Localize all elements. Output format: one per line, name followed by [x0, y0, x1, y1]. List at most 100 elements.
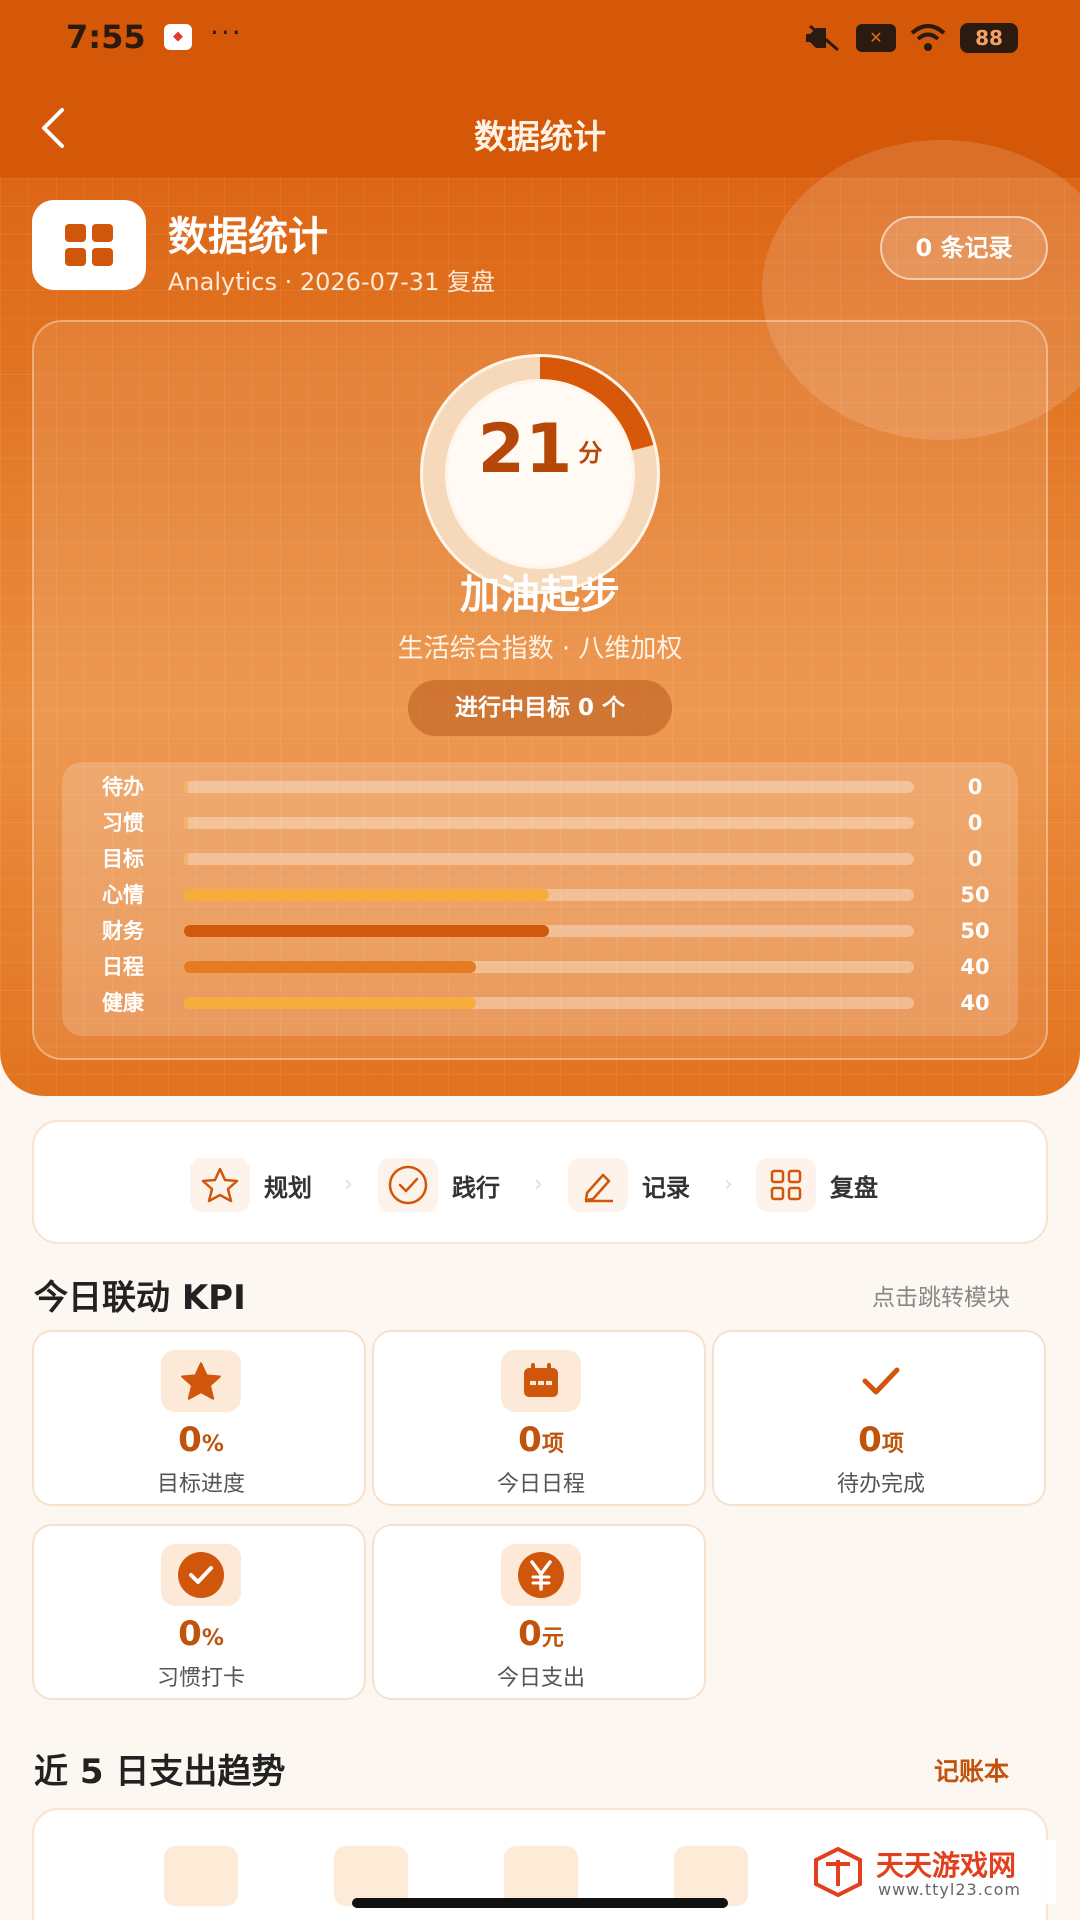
step-record[interactable]: 记录 — [568, 1158, 690, 1212]
dimension-label: 目标 — [102, 847, 144, 871]
workflow-steps: 规划 › 践行 › 记录 › 复盘 — [32, 1120, 1048, 1244]
kpi-label: 今日日程 — [496, 1472, 585, 1497]
kpi-section-title: 今日联动 KPI — [34, 1278, 246, 1318]
watermark-url: www.ttyl23.com — [878, 1880, 1021, 1899]
dimension-row: 心情 50 — [62, 880, 1018, 910]
records-count-badge[interactable]: 0 条记录 — [880, 216, 1048, 280]
mute-icon — [806, 24, 839, 52]
trend-bar — [504, 1846, 578, 1906]
step-plan[interactable]: 规划 — [190, 1158, 312, 1212]
dimension-label: 习惯 — [102, 811, 144, 835]
trend-bar — [674, 1846, 748, 1906]
dimension-track — [184, 889, 914, 901]
dimension-fill — [184, 781, 189, 793]
x-app-icon: ✕ — [856, 24, 896, 52]
kpi-unit: % — [201, 1626, 224, 1651]
dimension-fill — [184, 961, 476, 973]
step-review[interactable]: 复盘 — [756, 1158, 878, 1212]
dimension-row: 日程 40 — [62, 952, 1018, 982]
dimension-value: 0 — [967, 847, 983, 871]
dimension-track — [184, 997, 914, 1009]
kpi-label: 目标进度 — [156, 1472, 245, 1497]
dimension-value: 40 — [960, 991, 990, 1015]
score-value: 21 分 — [420, 410, 660, 493]
kpi-value: 0 — [518, 1420, 542, 1460]
step-label: 复盘 — [830, 1173, 878, 1202]
calendar-icon — [524, 1363, 558, 1397]
score-level: 加油起步 — [460, 572, 620, 618]
battery-icon: 88 — [960, 23, 1018, 53]
kpi-unit: 项 — [881, 1432, 904, 1457]
star-outline-icon — [201, 1167, 239, 1203]
kpi-unit: 项 — [541, 1432, 564, 1457]
dimension-row: 健康 40 — [62, 988, 1018, 1018]
module-title: 数据统计 — [168, 214, 328, 260]
dimension-value: 40 — [960, 955, 990, 979]
grid-icon — [65, 224, 113, 266]
kpi-todo-done[interactable]: 0项 待办完成 — [712, 1330, 1046, 1506]
kpi-label: 待办完成 — [836, 1472, 925, 1497]
dimension-fill — [184, 817, 189, 829]
kpi-unit: % — [201, 1432, 224, 1457]
kpi-goal-progress[interactable]: 0% 目标进度 — [32, 1330, 366, 1506]
step-practice[interactable]: 践行 — [378, 1158, 500, 1212]
dimension-bars: 待办 0 习惯 0 目标 0 心情 50 财务 50 日程 40 健康 40 — [62, 762, 1018, 1036]
dimension-row: 习惯 0 — [62, 808, 1018, 838]
step-label: 规划 — [264, 1173, 312, 1202]
dimension-value: 50 — [960, 919, 990, 943]
notification-app-icon: ◆ — [164, 24, 192, 50]
pencil-icon — [584, 1173, 613, 1203]
kpi-today-schedule[interactable]: 0项 今日日程 — [372, 1330, 706, 1506]
dimension-fill — [184, 925, 549, 937]
check-circle-icon — [178, 1552, 224, 1598]
dimension-row: 目标 0 — [62, 844, 1018, 874]
kpi-label: 习惯打卡 — [156, 1666, 245, 1691]
wifi-icon — [910, 24, 946, 51]
dimension-label: 心情 — [102, 883, 144, 907]
status-time: 7:55 — [66, 18, 146, 56]
dimension-row: 财务 50 — [62, 916, 1018, 946]
dimension-label: 财务 — [102, 919, 144, 943]
watermark-text: 天天游戏网 — [876, 1849, 1017, 1882]
trend-section-title: 近 5 日支出趋势 — [34, 1752, 286, 1792]
trend-bar — [164, 1846, 238, 1906]
kpi-label: 今日支出 — [496, 1666, 585, 1691]
chevron-right-icon: › — [724, 1172, 733, 1197]
page-title: 数据统计 — [474, 117, 606, 156]
more-notifications-icon: ··· — [210, 16, 243, 49]
dimension-track — [184, 817, 914, 829]
status-bar: 7:55 ◆ ··· ✕ 88 — [0, 0, 1080, 80]
trend-bar — [334, 1846, 408, 1906]
dimension-value: 0 — [967, 775, 983, 799]
dimension-row: 待办 0 — [62, 772, 1018, 802]
dimension-fill — [184, 853, 189, 865]
score-description: 生活综合指数 · 八维加权 — [397, 634, 683, 664]
kpi-value: 0 — [518, 1614, 542, 1654]
kpi-unit: 元 — [541, 1626, 564, 1651]
kpi-today-expense[interactable]: 0元 今日支出 — [372, 1524, 706, 1700]
dimension-value: 50 — [960, 883, 990, 907]
dimension-value: 0 — [967, 811, 983, 835]
dimension-fill — [184, 889, 549, 901]
dimension-track — [184, 925, 914, 937]
ledger-link[interactable]: 记账本 — [934, 1752, 1009, 1788]
dimension-track — [184, 853, 914, 865]
dimension-fill — [184, 997, 476, 1009]
watermark-logo-icon — [814, 1846, 862, 1898]
kpi-value: 0 — [178, 1420, 202, 1460]
kpi-jump-link[interactable]: 点击跳转模块 — [872, 1278, 1010, 1312]
yen-icon — [518, 1552, 564, 1598]
step-label: 践行 — [452, 1173, 500, 1202]
step-label: 记录 — [642, 1173, 690, 1202]
grid-icon — [770, 1169, 802, 1201]
dimension-label: 日程 — [102, 955, 144, 979]
active-goals-pill[interactable]: 进行中目标 0 个 — [408, 680, 672, 736]
check-icon — [862, 1367, 900, 1395]
star-icon — [181, 1362, 221, 1400]
chevron-right-icon: › — [344, 1172, 353, 1197]
score-unit: 分 — [578, 439, 603, 468]
score-number: 21 — [477, 410, 573, 489]
home-indicator[interactable] — [352, 1898, 728, 1908]
kpi-value: 0 — [178, 1614, 202, 1654]
kpi-habit-checkin[interactable]: 0% 习惯打卡 — [32, 1524, 366, 1700]
